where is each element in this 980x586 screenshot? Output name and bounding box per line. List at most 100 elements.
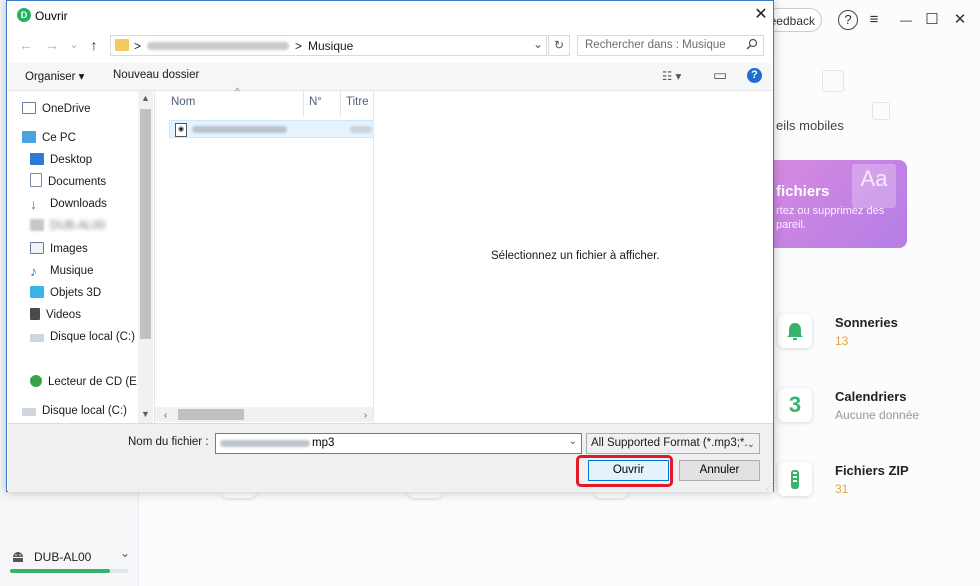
nav-item-3d-objects[interactable]: Objets 3D — [30, 283, 101, 303]
drive-icon — [30, 334, 44, 342]
organize-menu[interactable]: Organiser ▾ — [25, 69, 84, 83]
app-close-icon[interactable]: ✕ — [950, 10, 970, 30]
column-separator[interactable] — [303, 91, 304, 117]
music-icon: ♪ — [30, 263, 37, 279]
highlight-box — [576, 455, 673, 487]
documents-icon — [30, 173, 42, 187]
new-folder-button[interactable]: Nouveau dossier — [113, 69, 199, 81]
chevron-down-icon[interactable]: ⌄ — [747, 435, 755, 453]
tile-count: 31 — [835, 482, 849, 496]
close-icon[interactable]: ✕ — [751, 5, 771, 25]
faint-icon — [872, 102, 890, 120]
nav-item-label: DUB-AL00 — [50, 220, 105, 232]
cancel-button[interactable]: Annuler — [679, 460, 760, 481]
column-separator[interactable] — [340, 91, 341, 117]
font-icon: Aa — [852, 164, 896, 208]
card-subtitle: rtez ou supprimez des pareil. — [776, 205, 885, 231]
tile-title: Calendriers — [835, 389, 907, 404]
calendar-icon[interactable]: 3 — [778, 388, 812, 422]
nav-item-device[interactable]: DUB-AL00 — [30, 216, 105, 236]
nav-item-label: Ce PC — [42, 132, 76, 144]
tile-count: 13 — [835, 334, 849, 348]
scroll-up-icon[interactable]: ▲ — [138, 93, 153, 103]
maximize-icon[interactable]: ☐ — [922, 10, 942, 30]
tile-title: Sonneries — [835, 315, 898, 330]
breadcrumb-separator: > — [295, 39, 303, 53]
refresh-icon[interactable]: ↻ — [548, 35, 570, 56]
help-icon[interactable]: ? — [747, 68, 762, 83]
hidden-tile — [594, 492, 628, 498]
cd-drive-icon — [30, 375, 42, 387]
nav-item-desktop[interactable]: Desktop — [30, 150, 92, 170]
nav-item-label: Videos — [46, 309, 81, 321]
nav-item-onedrive[interactable]: OneDrive — [22, 99, 91, 119]
dialog-title: Ouvrir — [35, 9, 68, 23]
hidden-tile — [222, 492, 256, 498]
file-list-pane: Nom ^ N° Titre ◉ — [155, 87, 374, 423]
view-options-icon[interactable]: ☷ ▾ — [662, 69, 681, 83]
nav-item-documents[interactable]: Documents — [30, 172, 106, 192]
tile-count: Aucune donnée — [835, 408, 920, 422]
preview-pane-icon[interactable]: ▭ — [713, 66, 727, 84]
forward-arrow-icon[interactable]: → — [43, 36, 61, 54]
downloads-icon: ↓ — [30, 196, 37, 212]
nav-scrollbar-thumb[interactable] — [140, 109, 151, 339]
column-header-title[interactable]: Titre — [346, 96, 369, 108]
nav-item-this-pc[interactable]: Ce PC — [22, 128, 76, 148]
file-list-hscrollbar-thumb[interactable] — [178, 409, 244, 420]
nav-item-videos[interactable]: Videos — [30, 305, 81, 325]
filename-input[interactable]: mp3 ⌄ — [215, 433, 582, 454]
nav-item-label: Documents — [48, 176, 107, 188]
folder-icon — [115, 39, 129, 51]
file-type-value: All Supported Format (*.mp3;*. — [591, 437, 748, 449]
bell-icon[interactable] — [778, 314, 812, 348]
search-input[interactable]: Rechercher dans : Musique — [577, 35, 764, 56]
resize-grip-icon[interactable]: ⋰ — [766, 482, 774, 491]
nav-item-label: Desktop — [50, 154, 93, 166]
device-name[interactable]: DUB-AL00 — [34, 550, 91, 564]
nav-item-music[interactable]: ♪ Musique — [30, 261, 93, 281]
chevron-down-icon[interactable]: ⌄ — [533, 37, 543, 51]
recent-locations-icon[interactable]: ⌄ — [65, 36, 83, 54]
audio-file-icon: ◉ — [175, 123, 187, 137]
nav-item-label: Disque local (C:) — [42, 405, 127, 417]
scroll-right-icon[interactable]: › — [358, 410, 373, 421]
file-type-select[interactable]: All Supported Format (*.mp3;*. ⌄ — [586, 433, 760, 454]
back-arrow-icon[interactable]: ← — [17, 36, 35, 54]
nav-item-label: OneDrive — [42, 103, 91, 115]
nav-item-local-disk[interactable]: Disque local (C:) — [22, 401, 127, 421]
onedrive-icon — [22, 102, 36, 114]
address-bar[interactable]: > > Musique ⌄ — [110, 35, 547, 56]
filename-extension: mp3 — [312, 437, 335, 449]
search-placeholder: Rechercher dans : Musique — [585, 39, 726, 51]
nav-item-local-disk[interactable]: Disque local (C:) — [30, 327, 135, 347]
nav-item-cd-drive[interactable]: Lecteur de CD (E — [30, 372, 137, 392]
breadcrumb-blurred-segment[interactable] — [147, 42, 289, 50]
search-icon — [746, 38, 758, 55]
up-arrow-icon[interactable]: ↑ — [85, 36, 103, 54]
preview-message: Sélectionnez un fichier à afficher. — [491, 250, 660, 262]
column-header-number[interactable]: N° — [309, 96, 322, 108]
scroll-left-icon[interactable]: ‹ — [158, 410, 173, 421]
videos-icon — [30, 308, 40, 320]
hidden-tile — [408, 492, 442, 498]
nav-item-images[interactable]: Images — [30, 239, 88, 259]
open-file-dialog: D Ouvrir ✕ ← → ⌄ ↑ > > Musique ⌄ ↻ Reche… — [6, 0, 774, 492]
nav-item-downloads[interactable]: ↓ Downloads — [30, 194, 107, 214]
breadcrumb-separator: > — [134, 39, 142, 53]
menu-icon[interactable]: ≡ — [864, 10, 884, 30]
sort-indicator-icon: ^ — [235, 87, 240, 98]
card-title: fichiers — [776, 183, 830, 200]
column-header-name[interactable]: Nom — [171, 96, 195, 108]
scroll-down-icon[interactable]: ▼ — [138, 409, 153, 419]
minimize-icon[interactable]: — — [896, 10, 916, 30]
file-row[interactable]: ◉ — [169, 120, 374, 138]
help-icon[interactable]: ? — [838, 10, 858, 30]
app-logo-icon: D — [17, 8, 31, 22]
chevron-down-icon[interactable]: ⌄ — [569, 436, 577, 447]
chevron-down-icon[interactable]: ⌄ — [120, 546, 130, 560]
breadcrumb-current[interactable]: Musique — [308, 39, 353, 53]
nav-item-label: Disque local (C:) — [50, 331, 135, 343]
zip-icon[interactable] — [778, 462, 812, 496]
drive-icon — [22, 408, 36, 416]
